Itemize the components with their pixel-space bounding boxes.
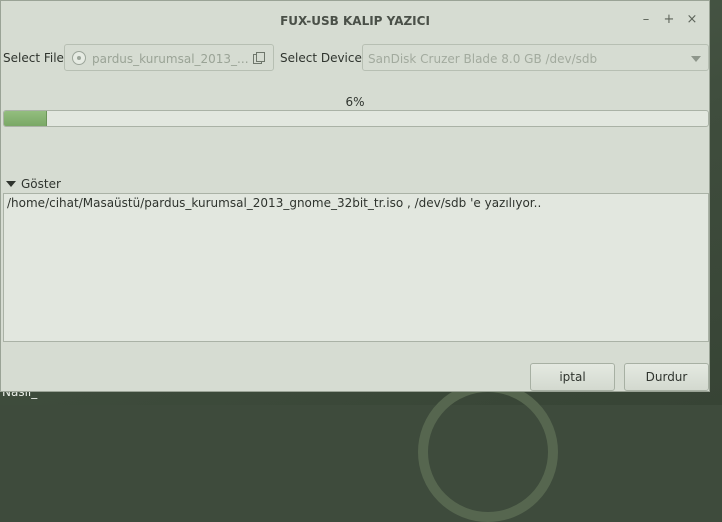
maximize-button[interactable]: +: [661, 12, 677, 28]
expander-arrow-icon: [6, 181, 16, 187]
cancel-button[interactable]: iptal: [530, 363, 615, 391]
desktop-wallpaper-logo: [418, 382, 558, 522]
title-bar[interactable]: FUX-USB KALIP YAZICI – + ×: [1, 1, 709, 39]
selected-device: SanDisk Cruzer Blade 8.0 GB /dev/sdb: [368, 52, 598, 66]
device-select[interactable]: SanDisk Cruzer Blade 8.0 GB /dev/sdb: [362, 44, 709, 71]
select-device-label: Select Device: [280, 51, 362, 65]
expander-label: Göster: [21, 177, 61, 191]
log-text: /home/cihat/Masaüstü/pardus_kurumsal_201…: [7, 196, 542, 210]
file-chooser-button[interactable]: pardus_kurumsal_2013_...: [64, 44, 274, 71]
minimize-button[interactable]: –: [638, 12, 654, 28]
app-window: FUX-USB KALIP YAZICI – + × Select File p…: [0, 0, 710, 392]
selected-file-name: pardus_kurumsal_2013_...: [92, 52, 249, 66]
close-button[interactable]: ×: [684, 12, 700, 28]
disc-icon: [72, 51, 86, 65]
stop-button[interactable]: Durdur: [624, 363, 709, 391]
dropdown-arrow-icon: [691, 56, 701, 62]
file-open-icon: [253, 52, 265, 64]
log-textview[interactable]: /home/cihat/Masaüstü/pardus_kurumsal_201…: [3, 193, 709, 342]
select-file-label: Select File: [3, 51, 64, 65]
progress-bar: [3, 110, 709, 127]
progress-percent: 6%: [345, 95, 365, 109]
progress-fill: [4, 111, 48, 126]
window-title: FUX-USB KALIP YAZICI: [280, 14, 430, 28]
